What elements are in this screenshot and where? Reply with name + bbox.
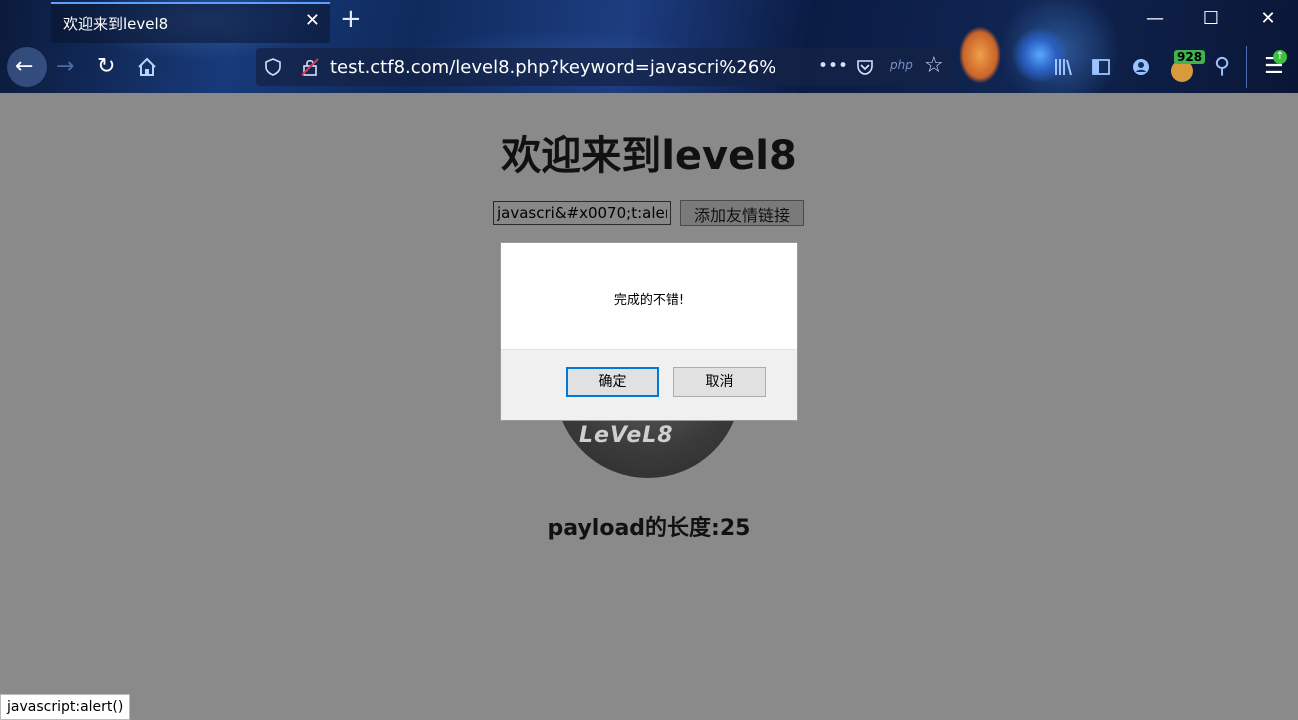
extension-badge: 928 xyxy=(1174,50,1206,64)
tab-close-icon[interactable]: ✕ xyxy=(305,10,320,31)
keyword-input[interactable] xyxy=(493,201,671,225)
bookmark-star-icon[interactable]: ☆ xyxy=(924,53,944,78)
sidebar-icon[interactable] xyxy=(1091,57,1111,77)
close-window-button[interactable]: ✕ xyxy=(1253,8,1283,29)
status-bar: javascript:alert() xyxy=(0,694,131,720)
page-title: 欢迎来到level8 xyxy=(501,133,797,179)
alert-dialog: 完成的不错! 确定 取消 xyxy=(500,242,798,421)
new-tab-button[interactable]: + xyxy=(340,4,362,34)
address-bar[interactable]: test.ctf8.com/level8.php?keyword=javascr… xyxy=(256,48,952,86)
update-available-icon: ↑ xyxy=(1273,50,1287,64)
browser-chrome: 欢迎来到level8 ✕ + — ☐ ✕ ← → ↻ test.ctf8.com… xyxy=(0,0,1298,93)
back-arrow-icon: ← xyxy=(15,54,34,79)
shield-icon[interactable] xyxy=(264,58,282,76)
pin-icon[interactable]: ⚲ xyxy=(1214,55,1230,79)
tab-title: 欢迎来到level8 xyxy=(63,15,169,33)
home-button[interactable] xyxy=(136,56,158,78)
pocket-icon[interactable] xyxy=(855,57,875,77)
dialog-message: 完成的不错! xyxy=(613,293,685,308)
ok-button[interactable]: 确定 xyxy=(566,367,659,397)
library-icon[interactable] xyxy=(1052,56,1074,78)
minimize-button[interactable]: — xyxy=(1140,8,1170,29)
insecure-lock-icon[interactable] xyxy=(300,57,320,77)
toolbar-divider xyxy=(1246,46,1247,88)
cancel-button[interactable]: 取消 xyxy=(673,367,766,397)
php-extension-icon[interactable]: php xyxy=(890,58,913,72)
add-link-button[interactable]: 添加友情链接 xyxy=(680,200,804,226)
reload-button[interactable]: ↻ xyxy=(97,55,115,79)
active-tab[interactable]: 欢迎来到level8 ✕ xyxy=(51,2,330,43)
maximize-button[interactable]: ☐ xyxy=(1196,8,1226,29)
dialog-footer: 确定 取消 xyxy=(501,349,797,420)
logo-text: LeVeL8 xyxy=(579,423,674,448)
theme-artwork xyxy=(945,10,1105,93)
payload-length: payload的长度:25 xyxy=(547,516,751,541)
url-text[interactable]: test.ctf8.com/level8.php?keyword=javascr… xyxy=(330,57,775,78)
forward-button[interactable]: → xyxy=(56,55,74,79)
more-actions-icon[interactable]: ••• xyxy=(818,56,848,76)
account-icon[interactable] xyxy=(1131,57,1151,77)
